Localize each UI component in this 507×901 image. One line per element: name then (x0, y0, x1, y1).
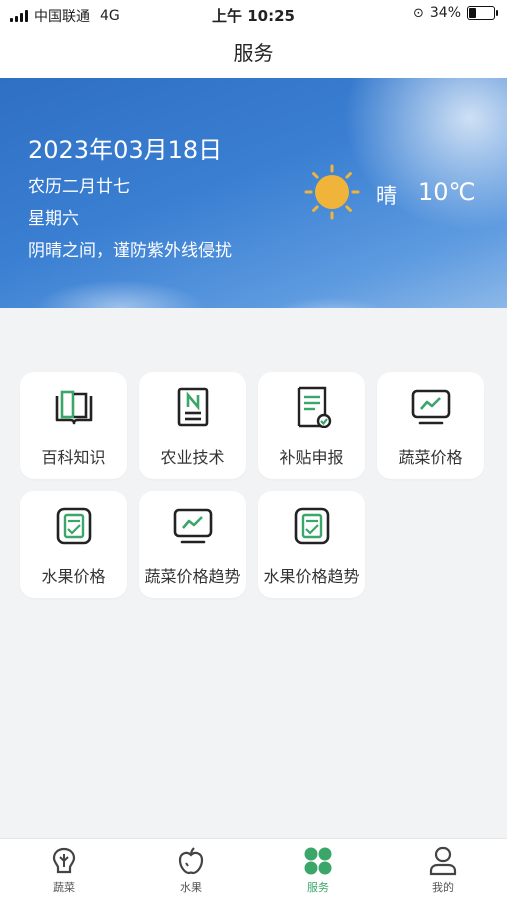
service-shucai-qushi[interactable]: 蔬菜价格趋势 (139, 491, 246, 598)
service-shucai-jiage[interactable]: 蔬菜价格 (377, 372, 484, 479)
monitor-chart-icon (173, 508, 213, 544)
tab-label: 蔬菜 (53, 881, 75, 894)
service-label: 补贴申报 (279, 448, 344, 467)
lunar-date: 农历二月廿七 (28, 177, 130, 197)
tab-label: 水果 (180, 881, 202, 894)
book-icon (55, 390, 93, 425)
vegetable-icon (52, 847, 76, 874)
tab-bar: 蔬菜 水果 服务 我的 (0, 838, 507, 901)
service-label: 蔬菜价格趋势 (144, 567, 241, 586)
service-label: 百科知识 (41, 448, 106, 467)
weather-tip: 阴晴之间，谨防紫外线侵扰 (28, 241, 232, 261)
orientation-lock-icon: ⊙ (412, 5, 424, 21)
page-title: 服务 (0, 30, 507, 78)
tab-services[interactable]: 服务 (278, 845, 358, 895)
user-icon (429, 846, 457, 876)
tab-label: 服务 (307, 881, 329, 894)
weather-date: 2023年03月18日 (28, 136, 223, 164)
service-butie[interactable]: 补贴申报 (258, 372, 365, 479)
service-shuiguo-qushi[interactable]: 水果价格趋势 (258, 491, 365, 598)
weather-condition: 晴 (376, 184, 397, 208)
weather-banner: 2023年03月18日 农历二月廿七 星期六 阴晴之间，谨防紫外线侵扰 晴 10… (0, 78, 507, 308)
monitor-chart-icon (411, 389, 451, 425)
battery-icon (467, 6, 498, 20)
sun-icon (304, 164, 360, 220)
apple-icon (178, 847, 204, 875)
form-check-icon (297, 386, 332, 428)
service-shuiguo-jiage[interactable]: 水果价格 (20, 491, 127, 598)
tab-vegetables[interactable]: 蔬菜 (24, 845, 104, 895)
service-nongye[interactable]: 农业技术 (139, 372, 246, 479)
service-label: 蔬菜价格 (398, 448, 463, 467)
service-label: 水果价格 (41, 567, 106, 586)
document-n-icon (177, 387, 209, 427)
service-label: 农业技术 (160, 448, 225, 467)
weekday-label: 星期六 (28, 209, 79, 229)
status-bar: 中国联通 4G 上午 10:25 ⊙ 34% (0, 0, 507, 30)
service-baike[interactable]: 百科知识 (20, 372, 127, 479)
status-right: ⊙ 34% (412, 5, 498, 21)
tab-label: 我的 (432, 881, 454, 894)
weather-temperature: 10℃ (418, 178, 476, 206)
clipboard-check-icon (56, 507, 92, 545)
service-label: 水果价格趋势 (263, 567, 360, 586)
tab-fruits[interactable]: 水果 (151, 845, 231, 895)
battery-percent: 34% (429, 5, 461, 21)
clipboard-check-icon (294, 507, 330, 545)
tab-mine[interactable]: 我的 (403, 845, 483, 895)
four-dots-icon (304, 847, 332, 875)
